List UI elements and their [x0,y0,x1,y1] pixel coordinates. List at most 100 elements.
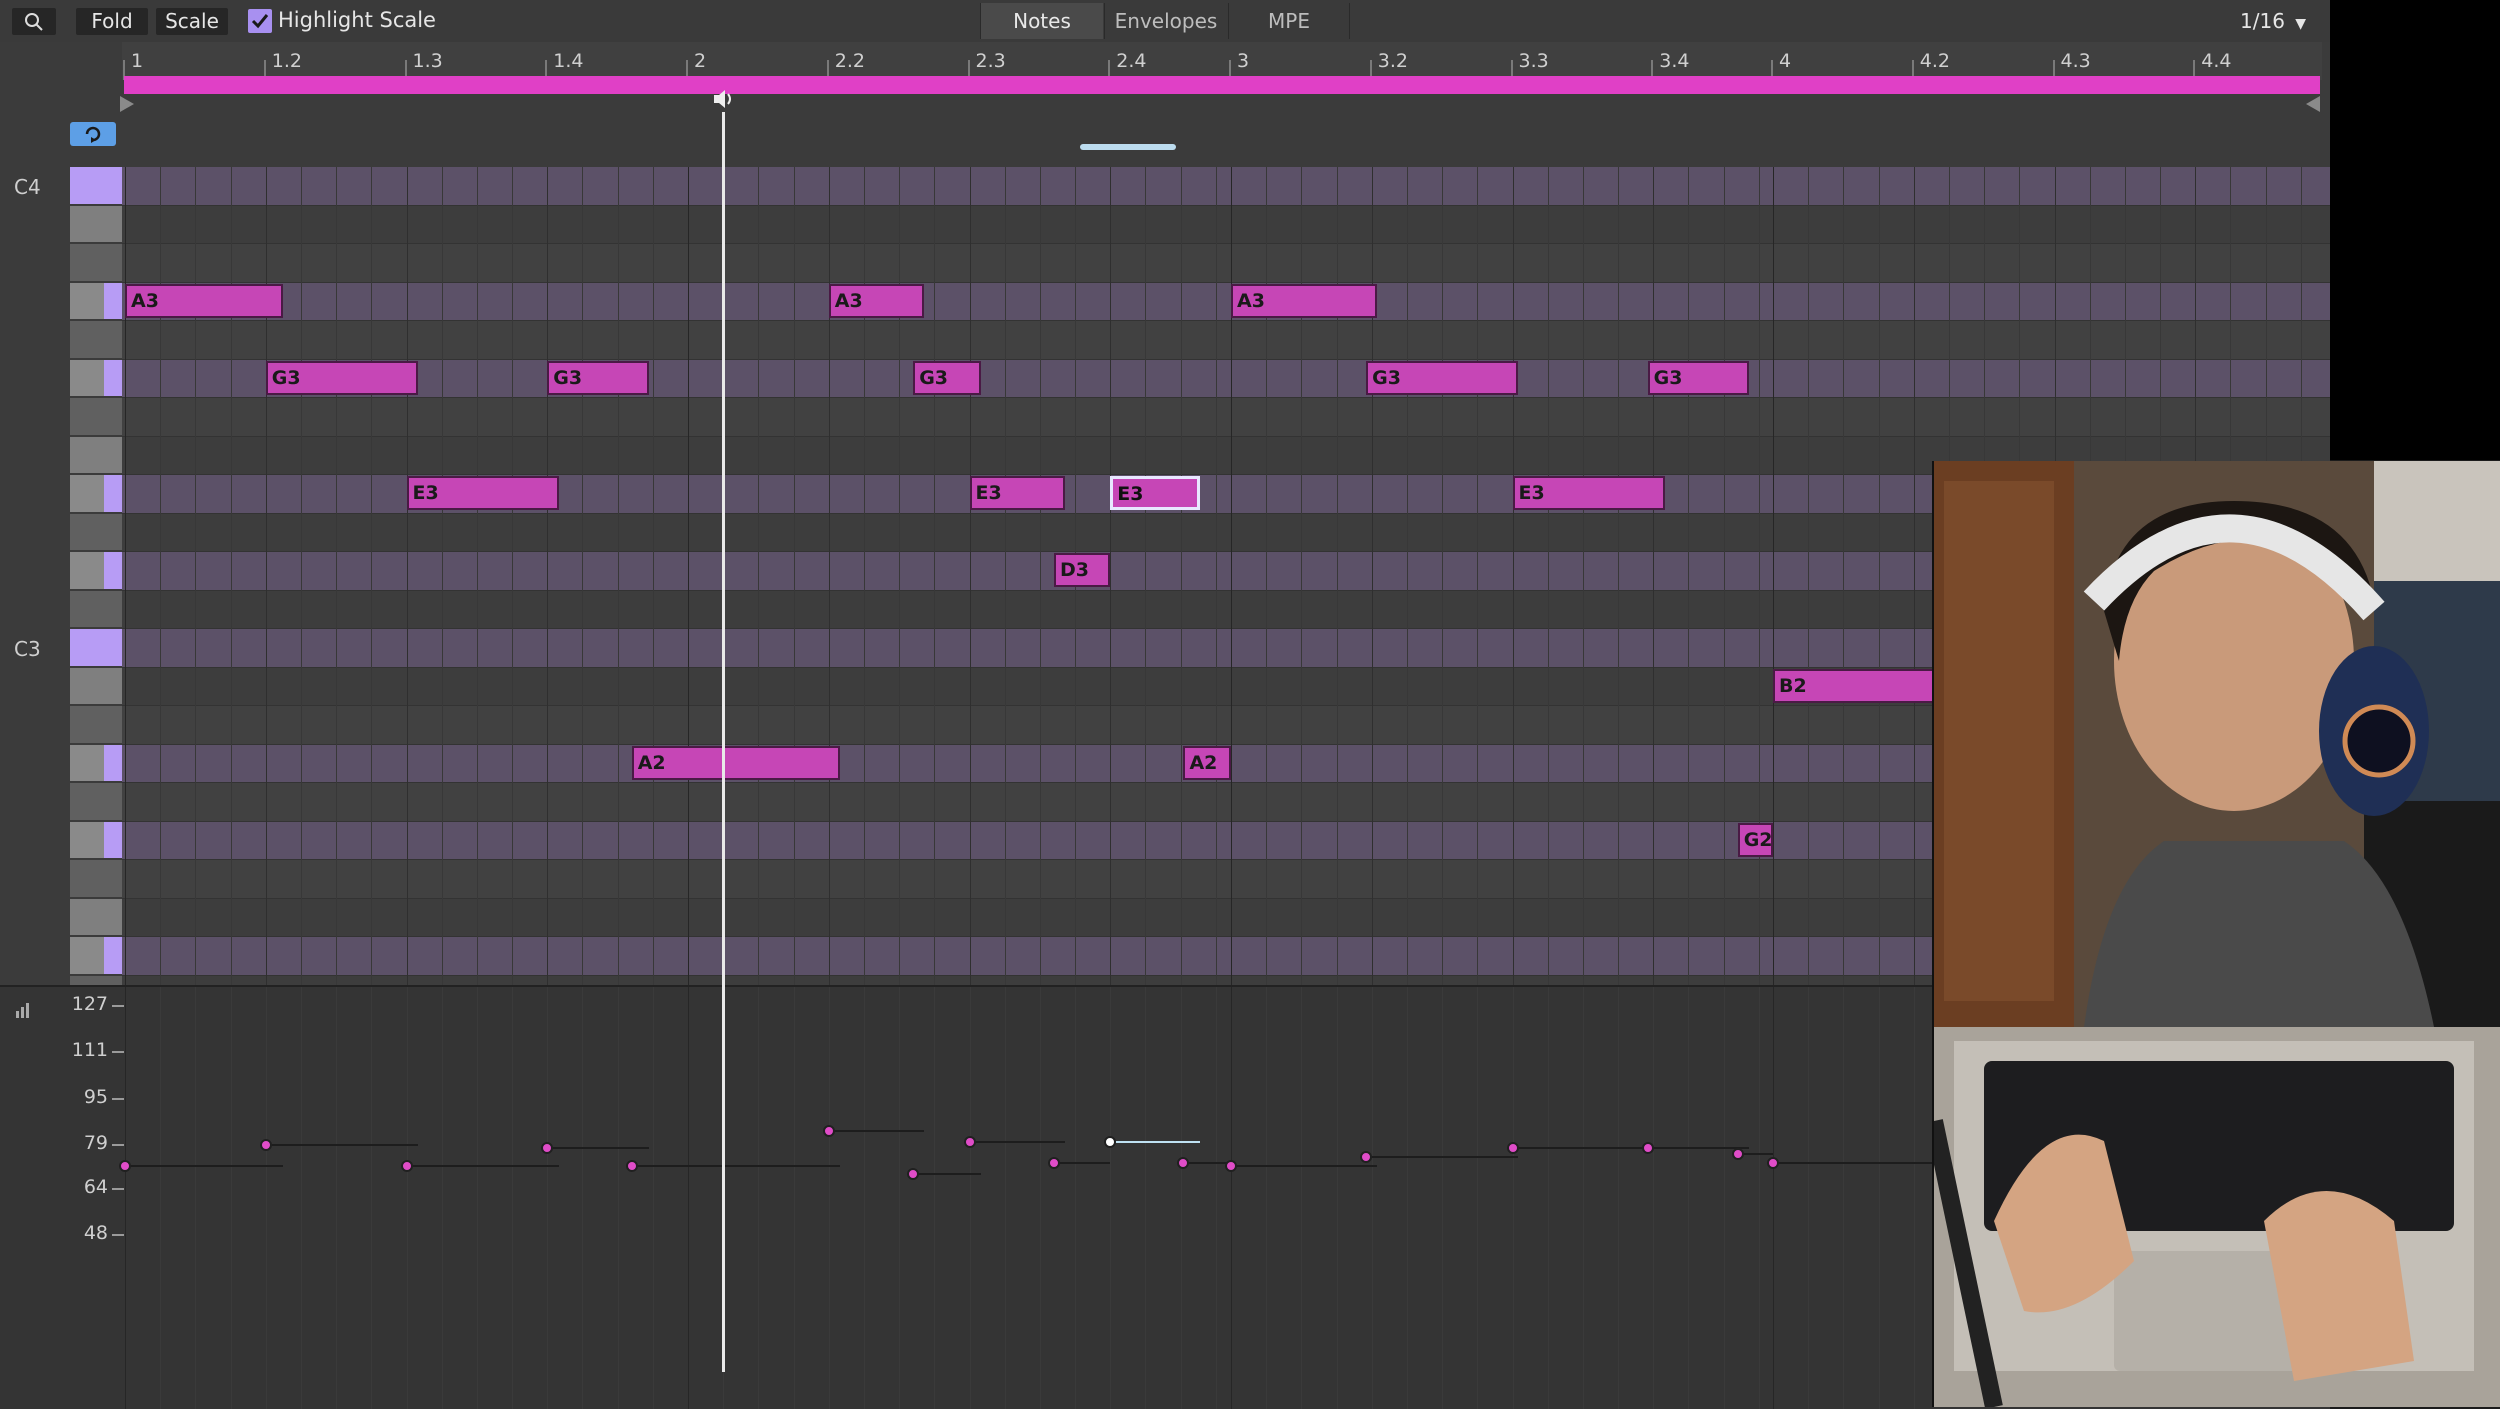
piano-key[interactable] [70,205,122,242]
pitch-row[interactable] [122,205,2330,244]
piano-key[interactable] [70,860,122,897]
piano-keyboard[interactable] [70,167,122,1027]
velocity-grid-line [652,987,654,1409]
loop-end-marker[interactable] [2306,96,2320,112]
piano-key[interactable] [70,937,122,974]
piano-key[interactable] [70,244,122,281]
midi-note[interactable]: D3 [1053,553,1111,587]
velocity-handle[interactable] [625,1159,638,1172]
grid-size-selector[interactable]: 1/16 ▼ [2240,9,2306,33]
midi-note[interactable]: G3 [265,360,418,395]
velocity-length-line [969,1141,1066,1144]
grid-line [1406,167,1408,1027]
velocity-handle[interactable] [259,1139,272,1152]
pitch-row[interactable] [122,398,2330,437]
velocity-handle[interactable] [1047,1156,1060,1169]
velocity-grid-line [230,987,232,1409]
search-button[interactable] [12,8,56,35]
piano-key[interactable] [70,282,122,319]
piano-key[interactable] [70,783,122,820]
velocity-grid-line [195,987,197,1409]
midi-note[interactable]: A3 [1231,283,1378,318]
grid-line [652,167,654,1027]
midi-note[interactable]: A2 [631,745,840,780]
velocity-handle[interactable] [400,1159,413,1172]
piano-key[interactable] [70,552,122,589]
velocity-grid-line [1406,987,1408,1409]
velocity-handle[interactable] [1767,1156,1779,1169]
piano-key[interactable] [70,359,122,396]
fold-button[interactable]: Fold [76,8,148,35]
midi-note[interactable]: E3 [1512,476,1665,510]
velocity-grid-line [1039,987,1041,1409]
loop-start-marker[interactable] [120,96,134,112]
midi-note[interactable]: G3 [913,360,981,395]
grid-line [1477,167,1479,1027]
grid-line [371,167,373,1027]
velocity-grid[interactable] [119,987,1942,1409]
midi-note[interactable]: A2 [1183,745,1231,780]
velocity-handle[interactable] [1225,1159,1237,1172]
pitch-row[interactable] [122,167,2330,206]
piano-key[interactable] [70,167,122,204]
velocity-handle[interactable] [822,1124,835,1137]
piano-key[interactable] [70,706,122,743]
beat-ruler[interactable]: 1 1.2 1.3 1.4 2 2.2 2.3 2.4 3 3.2 3.3 3.4 4 4.2 4.3 4.4 [122,42,2322,80]
loop-brace[interactable] [124,76,2320,94]
grid-line [1145,167,1147,1027]
midi-note[interactable]: A3 [125,283,283,318]
piano-key[interactable] [70,821,122,858]
tab-envelopes[interactable]: Envelopes [1104,3,1227,39]
ruler-label: 3.2 [1377,50,1408,72]
piano-key[interactable] [70,744,122,781]
piano-key[interactable] [70,590,122,627]
velocity-handle[interactable] [1360,1150,1373,1163]
velocity-handle[interactable] [541,1142,554,1155]
velocity-handle[interactable] [963,1136,976,1149]
velocity-grid-line [512,987,514,1409]
pitch-row[interactable] [122,321,2330,360]
midi-note[interactable]: G2 [1737,822,1773,857]
midi-note[interactable]: G3 [547,360,649,395]
midi-note[interactable]: E3 [1110,476,1201,510]
velocity-handle[interactable] [1641,1142,1654,1155]
piano-key[interactable] [70,398,122,435]
pitch-row[interactable] [122,359,2330,398]
piano-key[interactable] [70,436,122,473]
pitch-row[interactable] [122,282,2330,321]
piano-key[interactable] [70,475,122,512]
dropdown-arrow-icon: ▼ [2295,16,2307,32]
velocity-grid-line [828,987,830,1409]
ruler-label: 1 [131,50,144,72]
scale-button[interactable]: Scale [156,8,228,35]
piano-key[interactable] [70,513,122,550]
tab-notes[interactable]: Notes [980,3,1103,39]
velocity-handle[interactable] [1506,1142,1519,1155]
time-selection-handle[interactable] [1080,144,1176,150]
velocity-grid-line [617,987,619,1409]
piano-key[interactable] [70,321,122,358]
velocity-handle[interactable] [1104,1136,1117,1149]
tab-mpe[interactable]: MPE [1228,3,1350,39]
velocity-handle[interactable] [907,1168,920,1181]
piano-key[interactable] [70,629,122,666]
velocity-length-line [1053,1161,1111,1164]
piano-key[interactable] [70,667,122,704]
highlight-scale-checkbox[interactable] [248,9,272,33]
midi-note[interactable]: B2 [1773,668,1942,703]
loop-toggle-button[interactable] [70,122,116,146]
midi-note[interactable]: E3 [969,476,1066,510]
ruler-label: 2.4 [1116,50,1147,72]
midi-note[interactable]: G3 [1366,360,1519,395]
piano-key[interactable] [70,898,122,935]
midi-note[interactable]: G3 [1647,360,1749,395]
velocity-length-line [406,1164,559,1167]
pitch-row[interactable] [122,244,2330,283]
midi-note[interactable]: E3 [406,476,559,510]
velocity-handle[interactable] [1177,1156,1190,1169]
ruler-label: 1.2 [271,50,302,72]
grid-line [1723,167,1725,1027]
velocity-handle[interactable] [1731,1147,1744,1160]
midi-note[interactable]: A3 [828,283,925,318]
velocity-grid-line [1145,987,1147,1409]
